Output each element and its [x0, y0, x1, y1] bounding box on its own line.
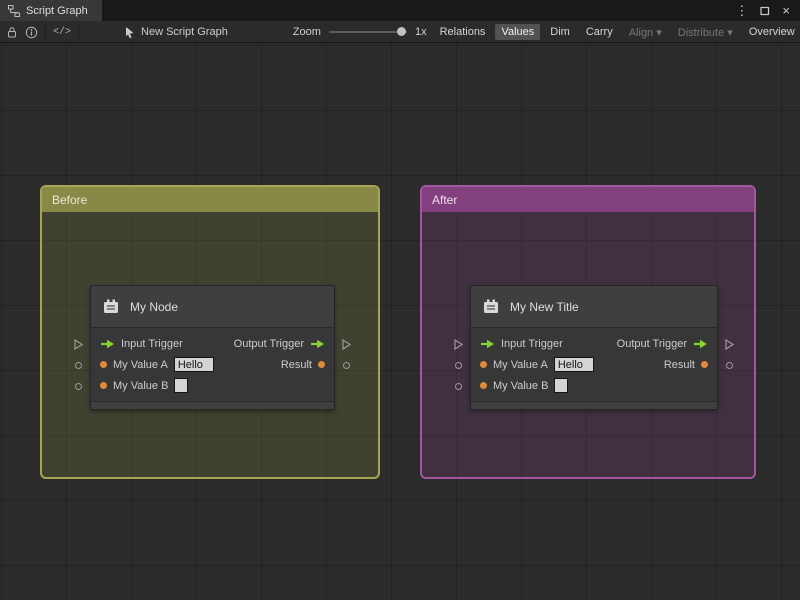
value-a-label: My Value A — [113, 358, 168, 371]
group-label: After — [432, 192, 458, 207]
zoom-slider-knob[interactable] — [396, 27, 406, 36]
ext-value-a-port[interactable] — [75, 362, 82, 369]
script-graph-icon — [8, 4, 20, 17]
group-after[interactable]: After My New Title Input Trigger Output … — [420, 185, 756, 479]
value-a-label: My Value A — [493, 358, 548, 371]
input-trigger-label: Input Trigger — [501, 337, 563, 350]
node-body: Input Trigger Output Trigger My Value A … — [471, 328, 717, 396]
close-icon[interactable]: × — [782, 4, 790, 17]
value-b-input[interactable] — [174, 378, 189, 393]
node-title: My Node — [130, 299, 179, 314]
toolbar: </> New Script Graph Zoom 1x Relations V… — [0, 21, 800, 43]
carry-button[interactable]: Carry — [580, 24, 619, 40]
ext-flow-input-port[interactable] — [74, 339, 83, 350]
zoom-label: Zoom — [292, 26, 321, 38]
values-button[interactable]: Values — [495, 24, 541, 40]
lock-icon[interactable] — [6, 26, 18, 39]
value-b-label: My Value B — [493, 379, 549, 392]
ext-value-b-port[interactable] — [455, 383, 462, 390]
output-trigger-label: Output Trigger — [616, 337, 687, 350]
value-a-input[interactable] — [553, 357, 594, 372]
ext-flow-output-port[interactable] — [342, 339, 351, 350]
node-body: Input Trigger Output Trigger My Value A … — [91, 328, 334, 396]
flow-input-icon[interactable] — [100, 339, 115, 349]
value-port-icon[interactable] — [480, 382, 487, 389]
value-b-label: My Value B — [113, 379, 169, 392]
group-label: Before — [52, 192, 88, 207]
tab-script-graph[interactable]: Script Graph — [0, 0, 102, 21]
pointer-icon — [124, 26, 135, 39]
port-row-value-a: My Value A Result — [471, 354, 717, 375]
port-row-value-b: My Value B — [91, 375, 334, 396]
node-icon — [101, 298, 121, 316]
node-header[interactable]: My Node — [91, 286, 334, 328]
relations-button[interactable]: Relations — [434, 24, 492, 40]
group-after-header[interactable]: After — [422, 187, 754, 212]
graph-canvas[interactable]: Before My Node Input Trigger Output Trig… — [0, 43, 800, 600]
graph-name-group: New Script Graph — [124, 26, 228, 39]
value-port-icon[interactable] — [100, 361, 107, 368]
ext-value-b-port[interactable] — [75, 383, 82, 390]
node-header[interactable]: My New Title — [471, 286, 717, 328]
value-b-input[interactable] — [554, 378, 569, 393]
value-port-icon[interactable] — [318, 361, 325, 368]
output-trigger-label: Output Trigger — [233, 337, 304, 350]
ext-flow-output-port[interactable] — [725, 339, 734, 350]
group-before[interactable]: Before My Node Input Trigger Output Trig… — [40, 185, 380, 479]
tab-title: Script Graph — [26, 4, 88, 17]
result-label: Result — [280, 358, 312, 371]
zoom-value: 1x — [414, 26, 427, 38]
info-icon[interactable] — [25, 26, 38, 39]
overview-button[interactable]: Overview — [743, 24, 800, 40]
node-title: My New Title — [510, 299, 579, 314]
graph-name-label[interactable]: New Script Graph — [141, 26, 228, 38]
ext-flow-input-port[interactable] — [454, 339, 463, 350]
flow-output-icon[interactable] — [693, 339, 708, 349]
zoom-slider[interactable] — [328, 27, 407, 36]
code-icon[interactable]: </> — [53, 27, 71, 38]
node-footer — [91, 401, 334, 409]
value-port-icon[interactable] — [701, 361, 708, 368]
result-label: Result — [663, 358, 695, 371]
value-a-input[interactable] — [173, 357, 214, 372]
flow-input-icon[interactable] — [480, 339, 495, 349]
group-before-header[interactable]: Before — [42, 187, 378, 212]
input-trigger-label: Input Trigger — [121, 337, 183, 350]
port-row-value-b: My Value B — [471, 375, 717, 396]
flow-output-icon[interactable] — [310, 339, 325, 349]
node-footer — [471, 401, 717, 409]
node-my-new-title[interactable]: My New Title Input Trigger Output Trigge… — [454, 285, 734, 410]
ext-result-port[interactable] — [343, 362, 350, 369]
tab-bar: Script Graph ⋮ × — [0, 0, 800, 21]
port-row-trigger: Input Trigger Output Trigger — [471, 333, 717, 354]
node-my-node[interactable]: My Node Input Trigger Output Trigger My … — [74, 285, 351, 410]
value-port-icon[interactable] — [100, 382, 107, 389]
node-icon — [481, 298, 501, 316]
toolbar-buttons: Relations Values Dim Carry Align ▾ Distr… — [434, 24, 800, 41]
ext-result-port[interactable] — [726, 362, 733, 369]
toolbar-separator — [78, 25, 80, 39]
script-graph-window: Script Graph ⋮ × </> New Script Graph Zo… — [0, 0, 800, 600]
port-row-value-a: My Value A Result — [91, 354, 334, 375]
maximize-icon[interactable] — [760, 6, 770, 16]
value-port-icon[interactable] — [480, 361, 487, 368]
align-button: Align ▾ — [628, 26, 662, 39]
toolbar-separator — [45, 25, 46, 39]
ext-value-a-port[interactable] — [455, 362, 462, 369]
kebab-menu-icon[interactable]: ⋮ — [735, 4, 748, 17]
dim-button[interactable]: Dim — [544, 24, 576, 40]
distribute-button: Distribute ▾ — [677, 26, 733, 39]
port-row-trigger: Input Trigger Output Trigger — [91, 333, 334, 354]
window-controls: ⋮ × — [735, 0, 800, 21]
zoom-control: Zoom 1x — [293, 26, 427, 38]
